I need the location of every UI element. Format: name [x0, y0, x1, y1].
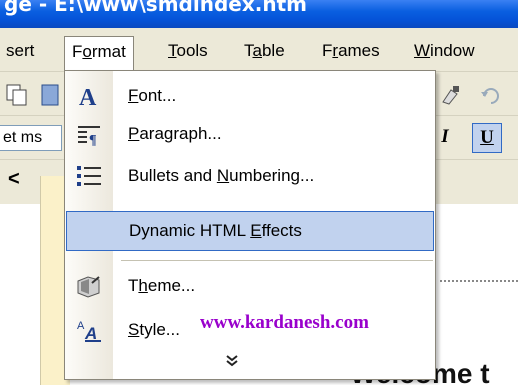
undo-icon[interactable]	[478, 82, 504, 108]
paste-icon[interactable]	[38, 82, 64, 108]
underline-button[interactable]: U	[472, 123, 502, 153]
menu-window-label: Window	[414, 41, 475, 60]
window-title: ge - E:\www\smdindex.htm	[4, 0, 307, 16]
menu-expand-chevron-icon[interactable]	[225, 354, 239, 371]
menu-window[interactable]: Window	[406, 36, 482, 66]
menu-bar: sert Format Tools Table Frames Window	[0, 28, 518, 72]
menu-item-font[interactable]: A Font...	[65, 77, 435, 115]
menu-item-paragraph-label: Paragraph...	[128, 124, 222, 143]
font-name-select[interactable]: et ms	[0, 125, 62, 151]
dotted-rule	[440, 280, 518, 282]
menu-item-paragraph[interactable]: ¶ Paragraph...	[65, 115, 435, 153]
menu-item-bullets-label: Bullets and Numbering...	[128, 166, 315, 185]
paragraph-icon: ¶	[78, 126, 100, 147]
menu-insert[interactable]: sert	[0, 36, 42, 66]
menu-table[interactable]: Table	[236, 36, 293, 66]
svg-text:A: A	[77, 320, 85, 332]
menu-tools[interactable]: Tools	[160, 36, 216, 66]
title-bar: ge - E:\www\smdindex.htm	[0, 0, 518, 28]
copy-icon[interactable]	[4, 82, 30, 108]
svg-text:A: A	[79, 85, 97, 109]
format-painter-icon[interactable]	[437, 82, 463, 108]
menu-item-theme[interactable]: Theme...	[65, 267, 435, 305]
menu-item-theme-label: Theme...	[128, 276, 196, 295]
menu-format[interactable]: Format	[64, 36, 134, 72]
style-icon: A A	[77, 320, 101, 343]
menu-frames-label: Frames	[322, 41, 380, 60]
menu-insert-label: sert	[6, 41, 35, 60]
bullets-icon	[77, 166, 101, 186]
scroll-left-arrow[interactable]: <	[8, 168, 20, 191]
watermark-text: www.kardanesh.com	[200, 312, 369, 333]
menu-separator	[121, 260, 433, 261]
menu-item-style-label: Style...	[128, 320, 180, 339]
theme-icon	[77, 276, 100, 298]
font-A-icon: A	[79, 85, 97, 109]
menu-tools-label: Tools	[168, 41, 208, 60]
menu-format-label: Format	[72, 42, 126, 61]
menu-frames[interactable]: Frames	[314, 36, 388, 66]
menu-item-font-label: Font...	[128, 86, 177, 105]
menu-item-dhtml-effects-label: Dynamic HTML Effects	[129, 221, 302, 240]
menu-item-dhtml-effects[interactable]: Dynamic HTML Effects	[66, 211, 434, 251]
menu-item-bullets[interactable]: Bullets and Numbering...	[65, 157, 435, 195]
menu-table-label: Table	[244, 41, 285, 60]
svg-text:¶: ¶	[89, 133, 97, 147]
